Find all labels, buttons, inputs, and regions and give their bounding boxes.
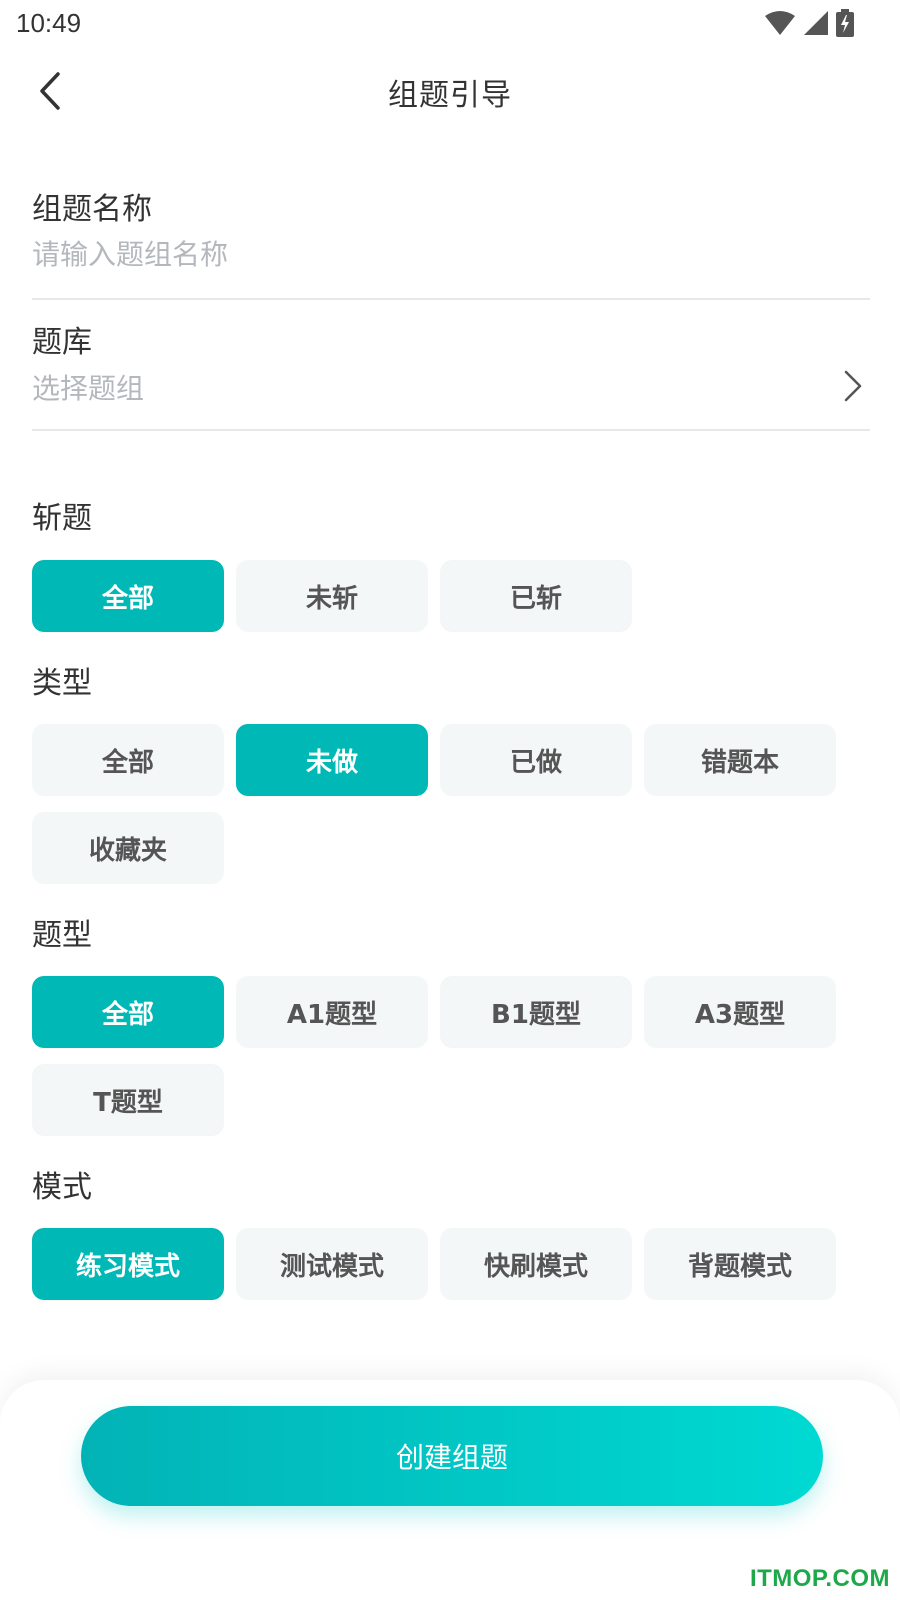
chip-type-wrong-book[interactable]: 错题本 [644,724,836,796]
chip-type-undone[interactable]: 未做 [236,724,428,796]
group-name-row: 组题名称 [32,180,870,300]
chip-zhan-not[interactable]: 未斩 [236,560,428,632]
chip-qtype-t[interactable]: T题型 [32,1064,224,1136]
section-title-mode: 模式 [32,1170,92,1205]
wifi-icon [765,11,795,35]
chip-type-all[interactable]: 全部 [32,724,224,796]
chip-qtype-all[interactable]: 全部 [32,976,224,1048]
chip-mode-quick[interactable]: 快刷模式 [440,1228,632,1300]
watermark: ITMOP.COM [749,1565,890,1592]
status-time: 10:49 [16,8,82,38]
question-bank-row[interactable]: 题库 选择题组 [32,313,870,431]
question-bank-label: 题库 [32,325,92,360]
section-title-zhan: 斩题 [32,501,92,536]
signal-icon [804,11,828,35]
page-title: 组题引导 [388,78,512,113]
section-title-type: 类型 [32,666,92,701]
chip-qtype-a1[interactable]: A1题型 [236,976,428,1048]
chip-qtype-b1[interactable]: B1题型 [440,976,632,1048]
status-icons [764,8,854,38]
question-bank-placeholder: 选择题组 [32,372,145,405]
chip-mode-practice[interactable]: 练习模式 [32,1228,224,1300]
nav-bar: 组题引导 [0,50,900,134]
chip-qtype-a3[interactable]: A3题型 [644,976,836,1048]
chevron-right-icon [844,370,862,402]
status-bar: 10:49 [0,0,900,50]
battery-charging-icon [836,9,854,37]
chip-mode-test[interactable]: 测试模式 [236,1228,428,1300]
create-group-button[interactable]: 创建组题 [81,1406,823,1506]
chip-zhan-all[interactable]: 全部 [32,560,224,632]
chip-mode-memorize[interactable]: 背题模式 [644,1228,836,1300]
chip-type-favorites[interactable]: 收藏夹 [32,812,224,884]
group-name-label: 组题名称 [32,192,152,227]
chip-type-done[interactable]: 已做 [440,724,632,796]
section-title-qtype: 题型 [32,918,92,953]
chip-zhan-done[interactable]: 已斩 [440,560,632,632]
group-name-input[interactable] [32,234,732,274]
